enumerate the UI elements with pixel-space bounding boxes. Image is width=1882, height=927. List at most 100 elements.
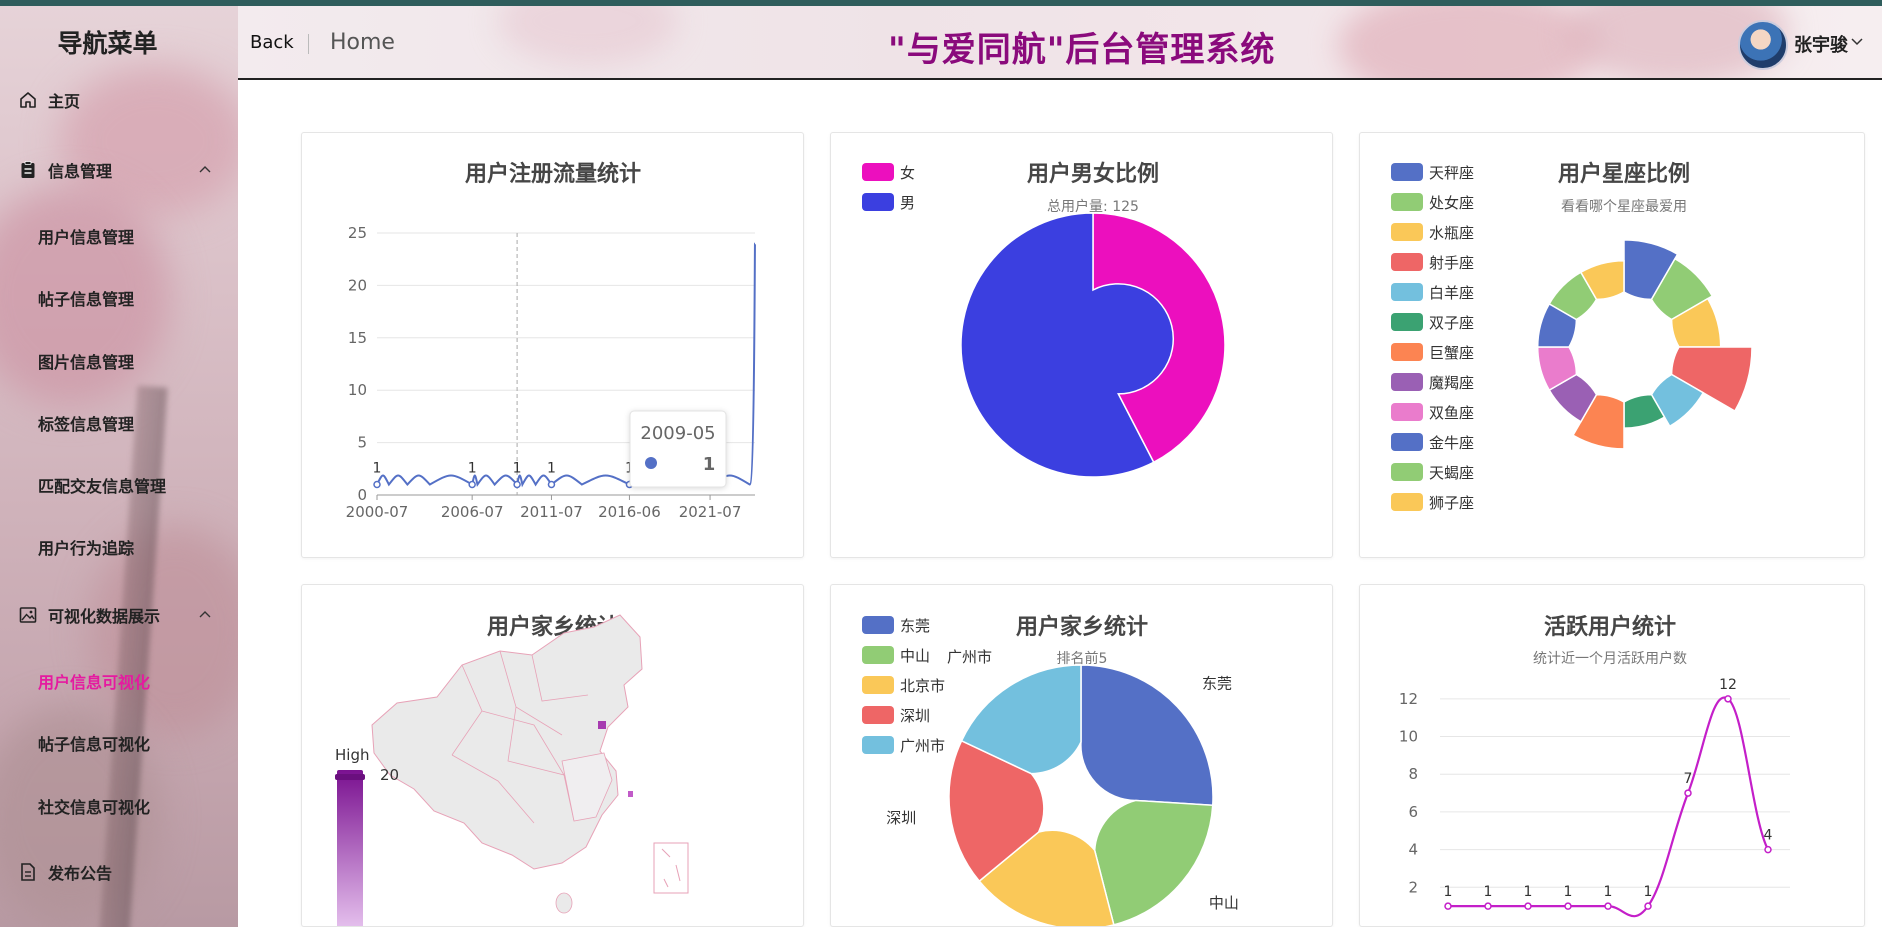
gender-chart-card: 用户男女比例 总用户量: 125 女男 [830,132,1333,558]
legend-swatch[interactable] [1391,253,1423,271]
legend-label[interactable]: 深圳 [900,707,930,725]
legend-label[interactable]: 处女座 [1429,194,1474,212]
data-point[interactable] [373,480,381,489]
visual-map-handle[interactable] [335,774,365,780]
legend-label[interactable]: 东莞 [900,617,930,635]
sub-user-visualization[interactable]: 用户信息可视化 [38,663,150,699]
home-icon [18,90,38,110]
y-tick-label: 10 [1399,728,1418,746]
legend-label[interactable]: 金牛座 [1429,434,1474,452]
gender-pie-chart: 用户男女比例 总用户量: 125 女男 [862,161,1226,478]
x-tick-label: 2016-06 [598,503,661,521]
y-tick-label: 12 [1399,690,1418,708]
data-point[interactable] [468,480,476,489]
legend-swatch[interactable] [1391,493,1423,511]
data-point[interactable] [1444,902,1452,910]
legend-label[interactable]: 男 [900,194,915,212]
legend-swatch[interactable] [1391,433,1423,451]
y-tick-label: 6 [1408,803,1418,821]
top-header: Back Home "与爱同航"后台管理系统 张宇骏 [238,6,1882,80]
data-point[interactable] [513,480,521,489]
city-marker[interactable] [628,791,633,797]
data-point[interactable] [547,480,556,489]
menu-info-management[interactable]: 信息管理 [0,150,238,190]
data-label: 1 [1484,884,1493,900]
y-tick-label: 20 [348,276,367,294]
data-point[interactable] [1604,902,1612,910]
breadcrumb-home[interactable]: Home [330,30,395,55]
legend-swatch[interactable] [862,676,894,694]
visual-map-bar[interactable] [337,770,363,927]
legend-swatch[interactable] [1391,163,1423,181]
beijing-marker[interactable] [598,721,606,729]
china-map-shape[interactable] [371,614,643,870]
data-point[interactable] [1564,902,1572,910]
legend-label[interactable]: 巨蟹座 [1429,344,1474,362]
data-point[interactable] [1684,789,1692,797]
menu-home[interactable]: 主页 [0,80,238,120]
sub-match-info[interactable]: 匹配交友信息管理 [38,467,166,503]
legend-label[interactable]: 北京市 [900,677,945,695]
legend-label[interactable]: 天蝎座 [1429,464,1474,482]
legend-swatch[interactable] [1391,343,1423,361]
legend-swatch[interactable] [1391,463,1423,481]
menu-info-label: 信息管理 [48,162,113,181]
legend-swatch[interactable] [1391,403,1423,421]
data-point[interactable] [1524,902,1532,910]
visual-map-high-label: High [335,746,369,764]
legend-label[interactable]: 射手座 [1429,254,1474,272]
legend-swatch[interactable] [1391,223,1423,241]
slice-label: 东莞 [1202,674,1232,692]
legend-label[interactable]: 狮子座 [1429,494,1474,512]
sidebar-title: 导航菜单 [57,29,158,58]
x-tick-label: 2006-07 [441,503,504,521]
avatar[interactable] [1738,20,1788,70]
sub-behavior-tracking[interactable]: 用户行为追踪 [38,529,134,565]
legend-label[interactable]: 水瓶座 [1429,224,1474,242]
legend-swatch[interactable] [862,646,894,664]
menu-announcement[interactable]: 发布公告 [0,852,238,892]
pie-slice[interactable] [1080,664,1214,807]
hometown-map-card: 用户家乡统计 High 20 [301,584,804,927]
south-sea-islands [661,848,681,888]
data-point[interactable] [1764,845,1772,854]
legend-swatch[interactable] [862,736,894,754]
data-label: 1 [1644,884,1653,900]
legend-label[interactable]: 广州市 [900,737,945,755]
south-sea-inset [653,842,689,894]
data-point[interactable] [1644,902,1652,910]
legend-swatch[interactable] [1391,313,1423,331]
back-link[interactable]: Back [250,32,294,53]
sub-image-info[interactable]: 图片信息管理 [38,343,134,379]
chevron-down-icon[interactable] [1850,33,1864,52]
data-point[interactable] [1724,695,1732,703]
sub-tag-info[interactable]: 标签信息管理 [38,405,134,441]
hainan-island[interactable] [555,892,573,914]
clipboard-icon [18,160,38,180]
breadcrumb-divider [308,34,309,54]
legend-label[interactable]: 魔羯座 [1429,374,1474,392]
data-point[interactable] [1484,902,1492,910]
sub-post-info[interactable]: 帖子信息管理 [38,280,134,316]
pie-slice[interactable] [1093,799,1214,926]
user-name[interactable]: 张宇骏 [1794,31,1848,57]
legend-swatch[interactable] [1391,373,1423,391]
legend-swatch[interactable] [1391,193,1423,211]
sub-post-visualization[interactable]: 帖子信息可视化 [38,725,150,761]
legend-label[interactable]: 中山 [900,647,930,665]
tooltip-marker [645,457,657,469]
legend-label[interactable]: 双子座 [1429,314,1474,332]
legend-swatch[interactable] [862,193,894,211]
legend-label[interactable]: 天秤座 [1429,164,1474,182]
chart-subtitle: 统计近一个月活跃用户数 [1533,650,1687,667]
legend-label[interactable]: 女 [900,164,915,182]
legend-swatch[interactable] [862,616,894,634]
legend-label[interactable]: 双鱼座 [1429,404,1474,422]
legend-swatch[interactable] [1391,283,1423,301]
sub-user-info[interactable]: 用户信息管理 [38,218,134,254]
legend-swatch[interactable] [862,163,894,181]
legend-swatch[interactable] [862,706,894,724]
legend-label[interactable]: 白羊座 [1429,284,1474,302]
sub-social-visualization[interactable]: 社交信息可视化 [38,788,150,824]
menu-data-visualization[interactable]: 可视化数据展示 [0,595,238,635]
